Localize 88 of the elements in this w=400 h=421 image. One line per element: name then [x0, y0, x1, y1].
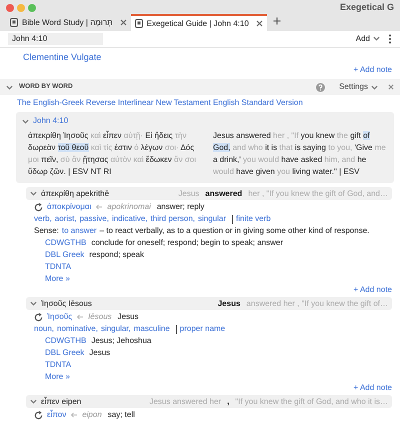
new-tab-icon[interactable] — [272, 17, 281, 25]
lemma-link[interactable]: Ἰησοῦς — [47, 311, 72, 323]
sense-link[interactable]: to answer — [62, 225, 97, 237]
context-text: answered her , "If you knew the gift of… — [246, 298, 388, 310]
transliteration: apokrinomai — [107, 201, 151, 213]
word-entry-header[interactable]: ἀπεκρίθη apekrithē Jesus answered her , "If you knew the gift of God, and… — [26, 187, 392, 200]
caret-icon[interactable] — [30, 300, 37, 307]
morphology-link[interactable]: nominative, — [57, 323, 98, 335]
word-entry-header[interactable]: Ἰησοῦς Iēsous Jesus answered her , "If you knew the gift of… — [26, 297, 392, 310]
context-focus: , — [226, 396, 230, 408]
lemma-link[interactable]: εἶπον — [47, 409, 66, 421]
context-text: Jesus — [178, 188, 200, 200]
context-text: "If you knew the gift of God, and who it is… — [235, 396, 388, 408]
gloss: say; tell — [108, 409, 135, 421]
dropdown-caret-icon[interactable] — [373, 35, 380, 42]
refresh-icon[interactable] — [34, 202, 43, 212]
lexicon-gloss: respond; speak — [89, 249, 144, 261]
source-link[interactable]: The English-Greek Reverse Interlinear New Testament English Standard Version — [0, 97, 400, 109]
lexicon-gloss: Jesus; Jehoshua — [91, 335, 152, 347]
add-note-link[interactable]: + Add note — [354, 284, 392, 296]
close-window-button[interactable] — [6, 4, 14, 12]
version-link[interactable]: Clementine Vulgate — [23, 52, 102, 62]
reference-field[interactable]: John 4:10 — [8, 32, 103, 45]
morphology-link[interactable]: singular, — [100, 323, 131, 335]
add-note-link[interactable]: + Add note — [354, 64, 392, 76]
morphology-link[interactable]: third person, — [150, 213, 195, 225]
refresh-icon[interactable] — [34, 410, 43, 420]
tab[interactable]: Exegetical Guide | John 4:10 — [130, 14, 267, 31]
verse-reference-link[interactable]: John 4:10 — [33, 115, 68, 127]
tab-label: Exegetical Guide | John 4:10 — [146, 18, 249, 30]
refresh-icon[interactable] — [34, 312, 43, 322]
word-entry-header[interactable]: εἶπεν eipen Jesus answered her , "If you knew the gift of God, and who it is… — [26, 395, 392, 408]
lexicon-gloss: conclude for oneself; respond; begin to speak; answer — [91, 237, 284, 249]
add-note-link[interactable]: + Add note — [354, 382, 392, 394]
word-class-link[interactable]: finite verb — [236, 213, 271, 225]
gloss: answer; reply — [156, 201, 204, 213]
morphology-link[interactable]: indicative, — [112, 213, 148, 225]
caret-icon[interactable] — [30, 190, 37, 197]
caret-icon[interactable] — [22, 118, 29, 124]
morphology-link[interactable]: noun, — [34, 323, 54, 335]
context-focus: Jesus — [216, 298, 242, 310]
settings-button[interactable]: Settings — [339, 81, 378, 94]
context-text: Jesus answered her — [149, 396, 222, 408]
lexicon-link[interactable]: CDWGTHB — [45, 335, 86, 347]
lexicon-link[interactable]: CDWGTHB — [45, 237, 86, 249]
morphology-link[interactable]: singular — [198, 213, 226, 225]
close-icon[interactable] — [120, 19, 127, 26]
dropdown-caret-icon[interactable] — [371, 84, 378, 91]
lexicon-gloss: Jesus — [89, 347, 110, 359]
transliteration: Iēsous — [88, 311, 112, 323]
sense-definition: – to react verbally, as to a question or in giving some other kind of response. — [100, 225, 370, 237]
tab-label: Bible Word Study | תְּרוּמָה — [22, 16, 113, 28]
lexicon-link[interactable]: TDNTA — [45, 261, 72, 273]
headword: εἶπεν eipen — [41, 396, 82, 408]
book-icon — [10, 18, 18, 27]
lexicon-link[interactable]: DBL Greek — [45, 347, 84, 359]
book-icon — [134, 19, 143, 28]
close-icon[interactable] — [256, 20, 263, 27]
window-title: Exegetical G — [340, 1, 394, 14]
verse-text: Jesus answered her , "If you knew the gift of God, and who it is that is saying to you, 'Give me a drink,' you would have asked him, and he would have given you living water." | ESV — [213, 130, 387, 178]
verse-text: ἀπεκρίθη Ἰησοῦς καὶ εἶπεν αὐτῇ· Εἰ ἤδεις τὴν δωρεὰν τοῦ θεοῦ καὶ τίς ἐστιν ὁ λέγων σοι· Δός μοι πεῖν, σὺ ἂν ᾔτησας αὐτὸν καὶ ἔδωκεν ἄν σοι ὕδωρ ζῶν. | ESV NT RI — [28, 130, 197, 178]
caret-icon[interactable] — [6, 84, 13, 91]
help-icon[interactable] — [316, 82, 326, 92]
context-focus: answered — [204, 188, 244, 200]
tab[interactable]: Bible Word Study | תְּרוּמָה — [6, 14, 131, 31]
more-link[interactable]: More » — [45, 371, 70, 383]
add-menu-button[interactable]: Add — [356, 32, 380, 45]
morphology-link[interactable]: aorist, — [54, 213, 77, 225]
word-class-link[interactable]: proper name — [180, 323, 226, 335]
morphology-link[interactable]: passive, — [80, 213, 109, 225]
lemma-link[interactable]: ἀποκρίνομαι — [47, 201, 92, 213]
transliteration: eipon — [82, 409, 102, 421]
more-options-icon[interactable] — [388, 34, 392, 44]
caret-icon[interactable] — [30, 398, 37, 405]
lexicon-link[interactable]: TDNTA — [45, 359, 72, 371]
more-link[interactable]: More » — [45, 273, 70, 285]
close-icon[interactable] — [388, 84, 394, 90]
lexicon-link[interactable]: DBL Greek — [45, 249, 84, 261]
sense-label: Sense: — [34, 225, 59, 237]
morphology-link[interactable]: verb, — [34, 213, 52, 225]
headword: Ἰησοῦς Iēsous — [41, 298, 92, 310]
arrow-left-icon — [70, 412, 78, 418]
headword: ἀπεκρίθη apekrithē — [41, 188, 110, 200]
gloss: Jesus — [118, 311, 139, 323]
arrow-left-icon — [95, 204, 104, 210]
morphology-link[interactable]: masculine — [134, 323, 170, 335]
arrow-left-icon — [76, 314, 84, 320]
context-text: her , "If you knew the gift of God, and… — [248, 188, 388, 200]
